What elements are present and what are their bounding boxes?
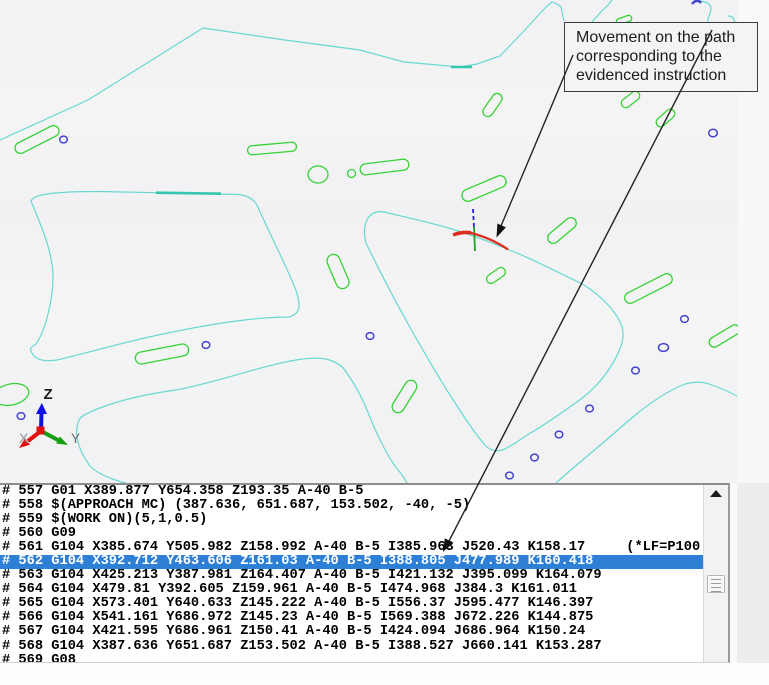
svg-text:X: X [19,430,29,446]
svg-text:Y: Y [71,431,80,446]
svg-text:Z: Z [44,386,53,403]
